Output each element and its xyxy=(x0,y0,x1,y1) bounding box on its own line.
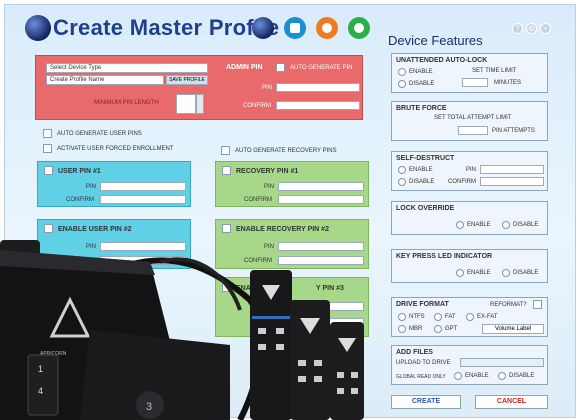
usb-key-2-btn-a xyxy=(298,360,306,366)
usb-key-2-btn-b xyxy=(314,360,322,366)
key-3: 3 xyxy=(146,401,152,413)
usb-key-3-btn-d xyxy=(351,388,358,394)
usb-key-1-btn-d xyxy=(276,344,284,350)
usb-key-1-led-strip xyxy=(252,316,290,319)
usb-key-3-btn-b xyxy=(351,372,358,378)
usb-key-1-btn-b xyxy=(276,328,284,334)
key-4: 4 xyxy=(38,386,43,396)
usb-key-2-btn-d xyxy=(314,376,322,382)
usb-key-3 xyxy=(330,322,364,420)
usb-key-2-btn-c xyxy=(298,376,306,382)
usb-key-1-btn-a xyxy=(258,328,266,334)
usb-key-3-btn-c xyxy=(337,388,344,394)
key-1: 1 xyxy=(38,364,43,374)
usb-key-3-btn-a xyxy=(337,372,344,378)
usb-key-1-btn-c xyxy=(258,344,266,350)
devices-photo: APRICORN 1 4 3 xyxy=(0,240,364,420)
